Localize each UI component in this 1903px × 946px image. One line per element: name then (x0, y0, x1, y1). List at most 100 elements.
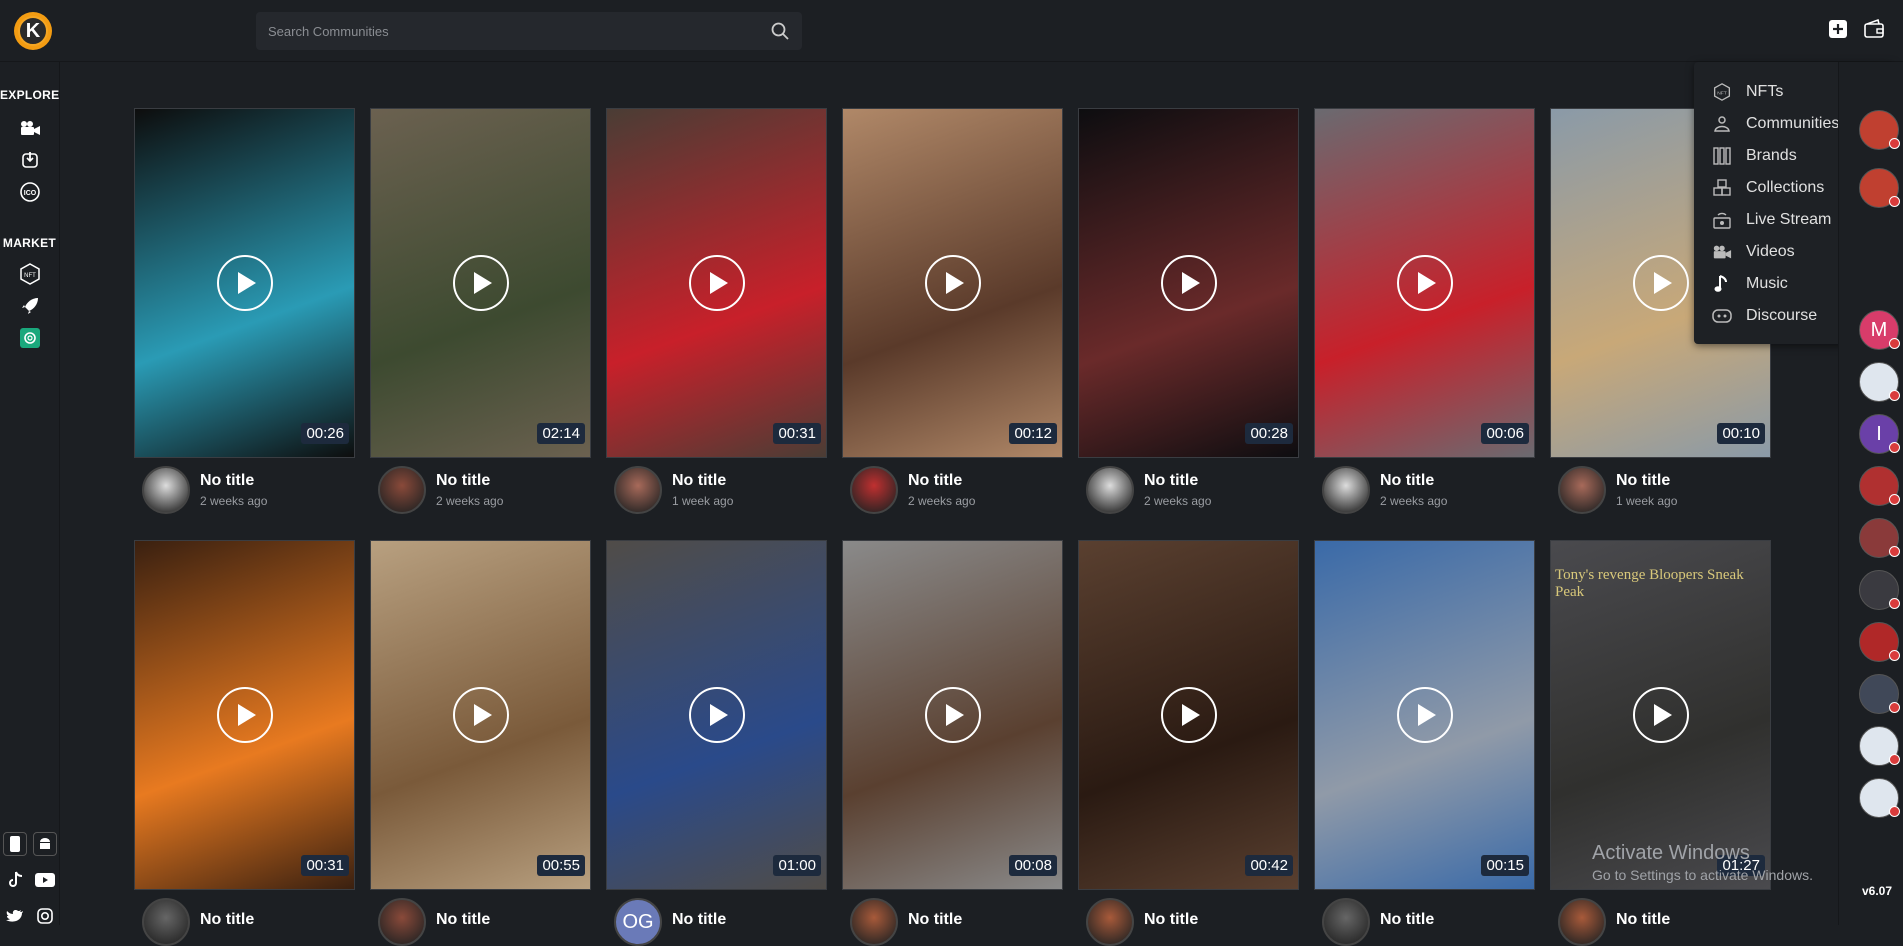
video-title[interactable]: No title (1144, 911, 1198, 929)
openai-icon[interactable] (16, 324, 44, 352)
online-user-avatar[interactable] (1859, 362, 1900, 402)
video-card[interactable]: 00:15 No title (1314, 540, 1535, 946)
creator-avatar[interactable]: OG (614, 898, 662, 946)
video-thumbnail[interactable]: 00:55 (370, 540, 591, 890)
video-card[interactable]: 00:31 No title (134, 540, 355, 946)
online-user-avatar[interactable] (1859, 466, 1900, 506)
twitter-icon[interactable] (3, 904, 27, 928)
play-icon[interactable] (216, 255, 273, 311)
add-icon[interactable] (1827, 18, 1849, 40)
video-thumbnail[interactable]: 00:42 (1078, 540, 1299, 890)
video-card[interactable]: 00:31 No title 1 week ago (606, 108, 827, 514)
ico-icon[interactable]: ICO (16, 178, 44, 206)
app-logo[interactable]: K (14, 12, 52, 50)
video-title[interactable]: No title (1616, 911, 1670, 929)
online-user-avatar[interactable] (1859, 674, 1900, 714)
creator-avatar[interactable] (378, 466, 426, 514)
instagram-icon[interactable] (33, 904, 57, 928)
play-icon[interactable] (1632, 255, 1689, 311)
video-card[interactable]: 02:14 No title 2 weeks ago (370, 108, 591, 514)
video-title[interactable]: No title (908, 911, 962, 929)
video-title[interactable]: No title (436, 911, 490, 929)
video-thumbnail[interactable]: 00:26 (134, 108, 355, 458)
dropdown-item-label: Live Stream (1746, 211, 1832, 228)
creator-avatar[interactable] (1322, 898, 1370, 946)
rocket-icon[interactable] (16, 292, 44, 320)
video-card[interactable]: 00:06 No title 2 weeks ago (1314, 108, 1535, 514)
play-icon[interactable] (688, 255, 745, 311)
online-user-avatar[interactable]: M (1859, 310, 1900, 350)
nft-icon[interactable]: NFT (16, 260, 44, 288)
play-icon[interactable] (452, 687, 509, 743)
play-icon[interactable] (924, 255, 981, 311)
play-icon[interactable] (216, 687, 273, 743)
creator-avatar[interactable] (1558, 466, 1606, 514)
power-icon[interactable] (16, 146, 44, 174)
video-title[interactable]: No title (672, 472, 733, 490)
online-user-avatar[interactable] (1859, 110, 1900, 150)
online-user-avatar[interactable] (1859, 518, 1900, 558)
video-title[interactable]: No title (672, 911, 726, 929)
video-card[interactable]: Tony's revenge Bloopers Sneak Peak 01:27 N… (1550, 540, 1771, 946)
video-thumbnail[interactable]: 00:31 (606, 108, 827, 458)
video-thumbnail[interactable]: 00:12 (842, 108, 1063, 458)
video-camera-icon[interactable] (16, 114, 44, 142)
video-title[interactable]: No title (908, 472, 975, 490)
creator-avatar[interactable] (142, 466, 190, 514)
video-card[interactable]: 00:42 No title (1078, 540, 1299, 946)
video-thumbnail[interactable]: 00:28 (1078, 108, 1299, 458)
video-thumbnail[interactable]: 00:06 (1314, 108, 1535, 458)
online-user-avatar[interactable] (1859, 726, 1900, 766)
video-card[interactable]: 00:55 No title (370, 540, 591, 946)
video-card[interactable]: 00:28 No title 2 weeks ago (1078, 108, 1299, 514)
play-icon[interactable] (1632, 687, 1689, 743)
play-icon[interactable] (1396, 687, 1453, 743)
creator-avatar[interactable] (1558, 898, 1606, 946)
creator-avatar[interactable] (1086, 898, 1134, 946)
mobile-icon[interactable] (3, 832, 27, 856)
video-title[interactable]: No title (200, 911, 254, 929)
video-card[interactable]: 01:00 OG No title (606, 540, 827, 946)
online-user-avatar[interactable] (1859, 168, 1900, 208)
video-thumbnail[interactable]: 01:00 (606, 540, 827, 890)
creator-avatar[interactable] (1086, 466, 1134, 514)
video-title[interactable]: No title (1380, 472, 1447, 490)
wallet-icon[interactable] (1863, 18, 1885, 40)
video-thumbnail[interactable]: Tony's revenge Bloopers Sneak Peak 01:27 (1550, 540, 1771, 890)
video-thumbnail[interactable]: 00:15 (1314, 540, 1535, 890)
creator-avatar[interactable] (378, 898, 426, 946)
video-title[interactable]: No title (200, 472, 267, 490)
creator-avatar[interactable] (850, 898, 898, 946)
android-icon[interactable] (33, 832, 57, 856)
video-thumbnail[interactable]: 00:08 (842, 540, 1063, 890)
creator-avatar[interactable] (614, 466, 662, 514)
online-user-avatar[interactable] (1859, 570, 1900, 610)
search-bar[interactable] (256, 12, 802, 50)
search-icon[interactable] (770, 21, 790, 41)
creator-avatar[interactable] (850, 466, 898, 514)
search-input[interactable] (268, 23, 770, 39)
play-icon[interactable] (1160, 255, 1217, 311)
status-badge (1889, 546, 1900, 557)
video-thumbnail[interactable]: 00:31 (134, 540, 355, 890)
play-icon[interactable] (452, 255, 509, 311)
video-title[interactable]: No title (1616, 472, 1677, 490)
youtube-icon[interactable] (33, 868, 57, 892)
video-card[interactable]: 00:12 No title 2 weeks ago (842, 108, 1063, 514)
online-user-avatar[interactable]: I (1859, 414, 1900, 454)
online-user-avatar[interactable] (1859, 622, 1900, 662)
play-icon[interactable] (688, 687, 745, 743)
creator-avatar[interactable] (142, 898, 190, 946)
video-card[interactable]: 00:26 No title 2 weeks ago (134, 108, 355, 514)
video-thumbnail[interactable]: 02:14 (370, 108, 591, 458)
creator-avatar[interactable] (1322, 466, 1370, 514)
play-icon[interactable] (924, 687, 981, 743)
video-title[interactable]: No title (1380, 911, 1434, 929)
video-title[interactable]: No title (1144, 472, 1211, 490)
tiktok-icon[interactable] (3, 868, 27, 892)
video-title[interactable]: No title (436, 472, 503, 490)
video-card[interactable]: 00:08 No title (842, 540, 1063, 946)
play-icon[interactable] (1396, 255, 1453, 311)
online-user-avatar[interactable] (1859, 778, 1900, 818)
play-icon[interactable] (1160, 687, 1217, 743)
